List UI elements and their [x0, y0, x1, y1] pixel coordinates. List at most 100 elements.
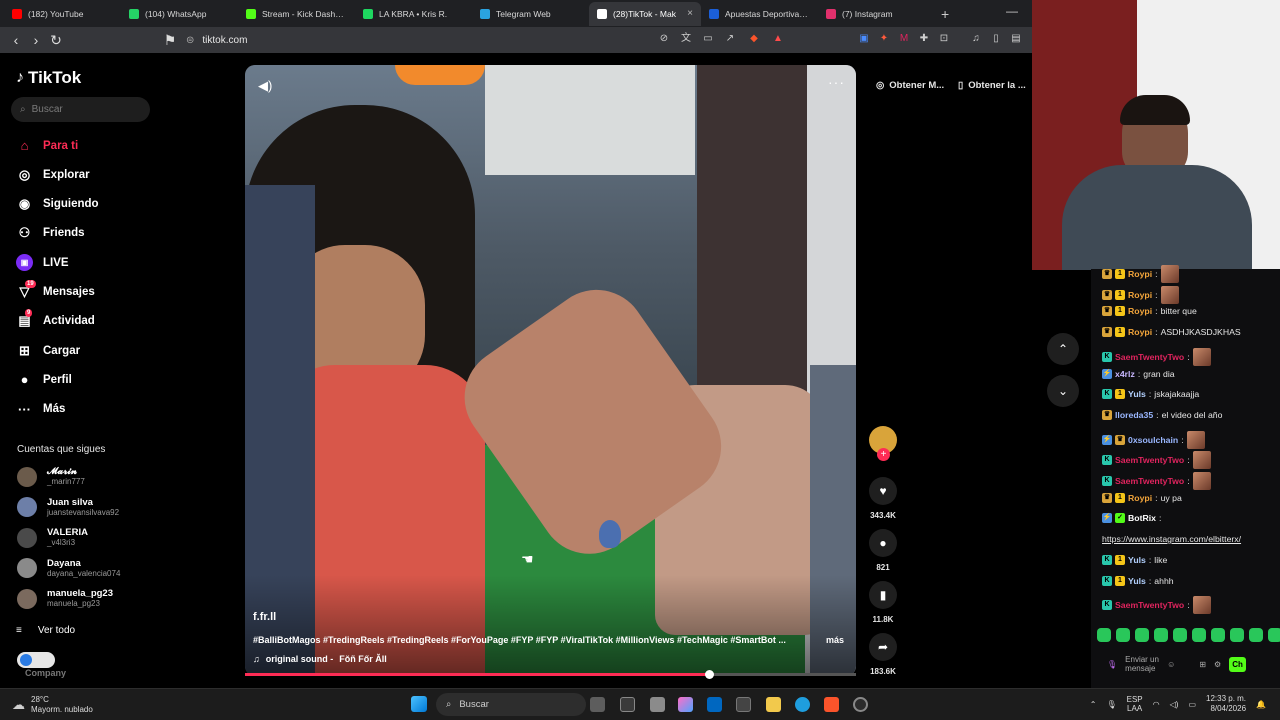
get-app-pill[interactable]: ◎ Obtener M... — [876, 75, 944, 95]
nav-item-messages[interactable]: ▽ 19 Mensajes — [16, 279, 95, 301]
screenshot-icon[interactable]: ⊡ — [938, 33, 950, 45]
video-progress-bar[interactable] — [245, 670, 856, 679]
tiktok-logo[interactable]: ♪ TikTok — [16, 68, 81, 88]
microphone-icon[interactable]: 🎙 — [1107, 660, 1117, 669]
see-all-link[interactable]: ≡ Ver todo — [16, 625, 75, 636]
wallet-icon[interactable]: ▤ — [1010, 33, 1022, 45]
browser-tab[interactable]: Telegram Web — [472, 2, 589, 26]
browser-tab[interactable]: Stream - Kick Dashboard — [238, 2, 355, 26]
nav-item-more[interactable]: ··· Más — [16, 401, 65, 418]
chat-input[interactable]: 🎙 Enviar un mensaje ☺ ⊞ ⚙ Ch — [1097, 650, 1267, 678]
edge-icon[interactable] — [795, 697, 810, 712]
wifi-icon[interactable]: ◠ — [1153, 700, 1160, 709]
clock[interactable]: 12:33 p. m. 8/04/2026 — [1206, 694, 1246, 714]
share-icon[interactable]: ↗ — [724, 33, 736, 45]
reload-icon[interactable]: ↻ — [46, 32, 66, 49]
chat-username[interactable]: Yuls — [1128, 389, 1146, 399]
volume-icon[interactable]: ◀) — [258, 78, 272, 94]
nav-item-compass[interactable]: ◎ Explorar — [16, 166, 90, 183]
save-action[interactable]: ▮ 11.8K — [869, 581, 897, 624]
brave-icon[interactable] — [824, 697, 839, 712]
extension-m-icon[interactable]: M — [898, 33, 910, 45]
nav-item-friends[interactable]: ⚇ Friends — [16, 225, 85, 242]
emote-icon[interactable] — [1116, 628, 1130, 642]
chat-username[interactable]: Yuls — [1128, 576, 1146, 586]
nav-item-home[interactable]: ⌂ Para ti — [16, 137, 79, 154]
chat-username[interactable]: SaemTwentyTwo — [1115, 600, 1184, 610]
cast-icon[interactable]: ▭ — [702, 33, 714, 45]
chat-username[interactable]: SaemTwentyTwo — [1115, 455, 1184, 465]
site-info-icon[interactable]: ⊜ — [186, 35, 194, 46]
chat-username[interactable]: Roypi — [1128, 290, 1152, 300]
description-more-link[interactable]: más — [826, 635, 844, 645]
snipping-tool-icon[interactable] — [650, 697, 665, 712]
nav-item-live[interactable]: ▣ LIVE — [16, 254, 69, 272]
app-icon[interactable] — [853, 697, 868, 712]
following-account[interactable]: Juan silva juanstevansilvava92 — [17, 497, 119, 518]
comment-icon[interactable]: ● — [869, 529, 897, 557]
weather-widget[interactable]: ☁ 28°C Mayorm. nublado — [12, 695, 93, 715]
extension-fox-icon[interactable]: ✦ — [878, 33, 890, 45]
emote-icon[interactable] — [1173, 628, 1187, 642]
following-account[interactable]: VALERIA _v4l3ri3 — [17, 527, 88, 548]
share-action[interactable]: ➦ 183.6K — [869, 633, 897, 676]
notification-bell-icon[interactable]: 🔔 — [1256, 700, 1266, 709]
extensions-puzzle-icon[interactable]: ✚ — [918, 33, 930, 45]
comment-action[interactable]: ● 821 — [869, 529, 897, 572]
nav-item-upload[interactable]: ⊞ Cargar — [16, 342, 80, 359]
nav-item-following[interactable]: ◉ Siguiendo — [16, 196, 99, 213]
brave-rewards-icon[interactable]: ▲ — [772, 33, 784, 45]
next-video-button[interactable]: ⌄ — [1047, 375, 1079, 407]
sidebar-toggle-icon[interactable]: ▯ — [990, 33, 1002, 45]
bookmark-save-icon[interactable]: ▮ — [869, 581, 897, 609]
chat-username[interactable]: SaemTwentyTwo — [1115, 352, 1184, 362]
chat-username[interactable]: Yuls — [1128, 555, 1146, 565]
company-link[interactable]: Company — [25, 668, 66, 678]
video-progress-knob[interactable] — [705, 670, 715, 679]
microphone-icon[interactable]: 🎙 — [1106, 700, 1116, 709]
video-player[interactable]: ◀) ··· f.fr.ll #BalliBotMagos #TredingRe… — [245, 65, 856, 676]
follow-plus-icon[interactable]: + — [877, 448, 890, 461]
share-arrow-icon[interactable]: ➦ — [869, 633, 897, 661]
gift-icon[interactable]: ⊞ — [1199, 660, 1206, 669]
emote-icon[interactable] — [1268, 628, 1280, 642]
browser-tab[interactable]: (182) YouTube — [4, 2, 121, 26]
nav-item-profile[interactable]: ● Perfil — [16, 371, 72, 388]
browser-tab[interactable]: (104) WhatsApp — [121, 2, 238, 26]
like-action[interactable]: ♥ 343.4K — [869, 477, 897, 520]
heart-icon[interactable]: ♥ — [869, 477, 897, 505]
translate-icon[interactable]: 文 — [680, 33, 692, 45]
emote-icon[interactable] — [1192, 628, 1206, 642]
get-desktop-pill[interactable]: ▯ Obtener la ... — [958, 75, 1026, 95]
nav-item-activity[interactable]: ▤ 9 Actividad — [16, 308, 95, 330]
eye-off-icon[interactable]: ⊘ — [658, 33, 670, 45]
chevron-up-icon[interactable]: ⌃ — [1090, 700, 1097, 709]
brave-shield-icon[interactable]: ◆ — [748, 33, 760, 45]
chat-link[interactable]: https://www.instagram.com/elbitterx/ — [1102, 534, 1241, 544]
chat-username[interactable]: Roypi — [1128, 269, 1152, 279]
author-avatar-action[interactable]: + — [869, 426, 897, 461]
chat-username[interactable]: Roypi — [1128, 493, 1152, 503]
battery-icon[interactable]: ▭ — [1188, 700, 1196, 709]
taskbar-search[interactable]: ⌕ Buscar — [436, 693, 586, 716]
chat-username[interactable]: x4rlz — [1115, 369, 1135, 379]
chat-username[interactable]: Roypi — [1128, 327, 1152, 337]
start-button[interactable] — [411, 696, 427, 712]
store-icon[interactable] — [707, 697, 722, 712]
search-input[interactable]: ⌕ Buscar — [11, 97, 150, 122]
chat-username[interactable]: SaemTwentyTwo — [1115, 476, 1184, 486]
media-icon[interactable]: ♫ — [970, 33, 982, 45]
emoji-icon[interactable]: ☺ — [1167, 660, 1175, 669]
back-arrow-icon[interactable]: ‹ — [6, 32, 26, 48]
chat-send-button[interactable]: Ch — [1229, 656, 1246, 672]
obs-app-icon[interactable] — [620, 697, 635, 712]
app-download-pill[interactable] — [17, 652, 55, 668]
chat-username[interactable]: 0xsoulchain — [1128, 435, 1178, 445]
forward-arrow-icon[interactable]: › — [26, 32, 46, 48]
task-view-icon[interactable] — [590, 697, 605, 712]
terminal-icon[interactable] — [736, 697, 751, 712]
chat-username[interactable]: Roypi — [1128, 306, 1152, 316]
more-options-icon[interactable]: ··· — [828, 74, 845, 90]
copilot-icon[interactable] — [678, 697, 693, 712]
following-account[interactable]: 𝓜𝓪𝓻𝓲𝓷 _marin777 — [17, 466, 85, 487]
